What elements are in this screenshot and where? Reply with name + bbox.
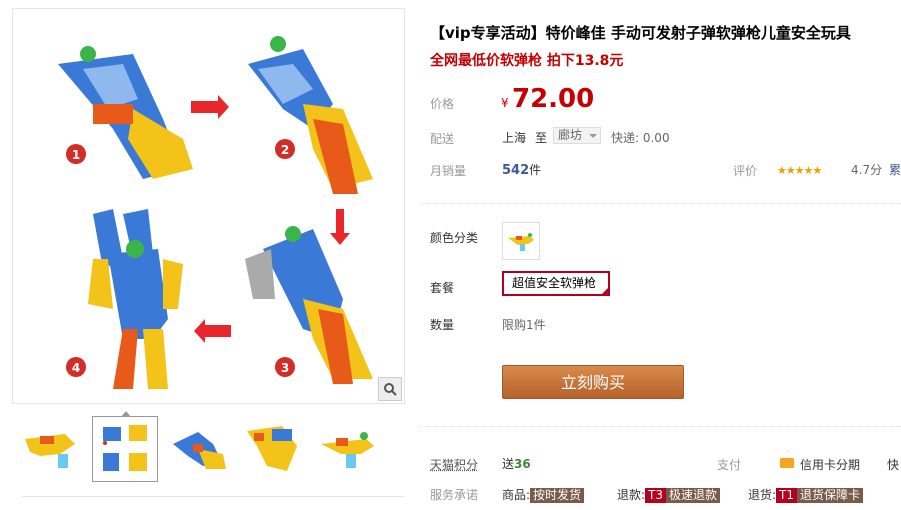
price-value: 72.00 bbox=[512, 84, 595, 114]
service-item-refund[interactable]: 退款: T3 极速退款 bbox=[617, 486, 721, 503]
service-item-return[interactable]: 退货: T1 退货保障卡 bbox=[748, 486, 864, 503]
service-label: 服务承诺 bbox=[430, 488, 479, 502]
service-tag: 退货保障卡 bbox=[797, 488, 864, 503]
service-tag: 按时发货 bbox=[530, 488, 585, 503]
quantity-label: 数量 bbox=[430, 318, 455, 332]
color-option[interactable] bbox=[502, 222, 540, 260]
shipping-from: 上海 bbox=[502, 131, 527, 145]
step-badge-4: 4 bbox=[66, 357, 86, 377]
product-gallery: 1 2 3 4 bbox=[12, 0, 405, 510]
arrow-left-icon bbox=[194, 319, 231, 343]
review-label: 评价 bbox=[733, 164, 758, 178]
points-label[interactable]: 天猫积分 bbox=[430, 456, 478, 473]
thumbnail-strip bbox=[12, 408, 405, 488]
installment-link[interactable]: 信用卡分期 bbox=[800, 456, 860, 473]
points-value: 送36 bbox=[502, 455, 531, 472]
service-prefix: 商品: bbox=[502, 488, 531, 502]
product-title: 【vip专享活动】特价峰佳 手动可发射子弹软弹枪儿童安全玩具 bbox=[430, 24, 851, 42]
points-number: 36 bbox=[514, 457, 531, 471]
main-product-image[interactable]: 1 2 3 4 bbox=[12, 8, 405, 404]
sales-unit: 件 bbox=[529, 163, 542, 177]
divider bbox=[420, 203, 901, 204]
quantity-limit: 限购1件 bbox=[502, 318, 546, 332]
divider bbox=[22, 496, 405, 497]
rating-stars-icon: ★★★★★ bbox=[777, 164, 822, 177]
step-label: 3 bbox=[281, 361, 289, 375]
thumbnail-2[interactable] bbox=[92, 411, 158, 482]
step3-toy bbox=[245, 226, 373, 384]
service-item-goods[interactable]: 商品: 按时发货 bbox=[502, 486, 585, 503]
color-label: 颜色分类 bbox=[430, 231, 479, 245]
step2-toy bbox=[248, 36, 373, 194]
shipping-to-word: 至 bbox=[535, 131, 548, 145]
thumbnail-4[interactable] bbox=[240, 416, 306, 482]
step-badge-1: 1 bbox=[66, 144, 86, 164]
currency-symbol: ¥ bbox=[501, 96, 509, 110]
thumbnail-5[interactable] bbox=[314, 416, 380, 482]
points-prefix: 送 bbox=[502, 457, 515, 471]
service-prefix: 退货: bbox=[748, 488, 777, 502]
step-label: 1 bbox=[72, 148, 80, 162]
step-badge-3: 3 bbox=[275, 357, 295, 377]
thumbnail-3[interactable] bbox=[166, 416, 232, 482]
product-subtitle: 全网最低价软弹枪 拍下13.8元 bbox=[430, 53, 624, 69]
credit-card-icon bbox=[780, 458, 794, 468]
service-tag-code: T3 bbox=[645, 488, 667, 503]
selected-check-icon bbox=[600, 286, 610, 296]
review-more-link[interactable]: 累 bbox=[889, 161, 901, 178]
rating-score: 4.7分 bbox=[851, 163, 883, 177]
arrow-right-icon bbox=[191, 95, 229, 119]
step-badge-2: 2 bbox=[275, 139, 295, 159]
divider bbox=[420, 426, 901, 427]
step4-toy bbox=[88, 209, 183, 389]
service-prefix: 退款: bbox=[617, 488, 646, 502]
price-label: 价格 bbox=[430, 97, 455, 111]
step-label: 4 bbox=[72, 361, 80, 375]
destination-select[interactable]: 廊坊 bbox=[553, 127, 601, 144]
payment-label: 支付 bbox=[717, 458, 742, 472]
arrow-down-icon bbox=[330, 209, 350, 245]
service-tag: 极速退款 bbox=[666, 488, 721, 503]
shipping-label: 配送 bbox=[430, 132, 455, 146]
package-option-selected[interactable]: 超值安全软弹枪 bbox=[502, 271, 610, 296]
buy-now-button[interactable]: 立刻购买 bbox=[502, 365, 684, 399]
package-label: 套餐 bbox=[430, 281, 455, 295]
service-tag-code: T1 bbox=[776, 488, 798, 503]
step-label: 2 bbox=[281, 143, 289, 157]
sales-number: 542 bbox=[502, 163, 530, 178]
sales-count: 542件 bbox=[502, 161, 541, 178]
sales-label: 月销量 bbox=[430, 164, 467, 178]
express-fee: 快递: 0.00 bbox=[611, 131, 670, 145]
thumbnail-1[interactable] bbox=[18, 416, 84, 482]
payment-more[interactable]: 快 bbox=[887, 456, 899, 473]
zoom-icon[interactable] bbox=[378, 377, 402, 401]
destination-value: 廊坊 bbox=[558, 128, 583, 142]
chevron-down-icon bbox=[589, 134, 597, 138]
package-option-label: 超值安全软弹枪 bbox=[512, 276, 597, 290]
